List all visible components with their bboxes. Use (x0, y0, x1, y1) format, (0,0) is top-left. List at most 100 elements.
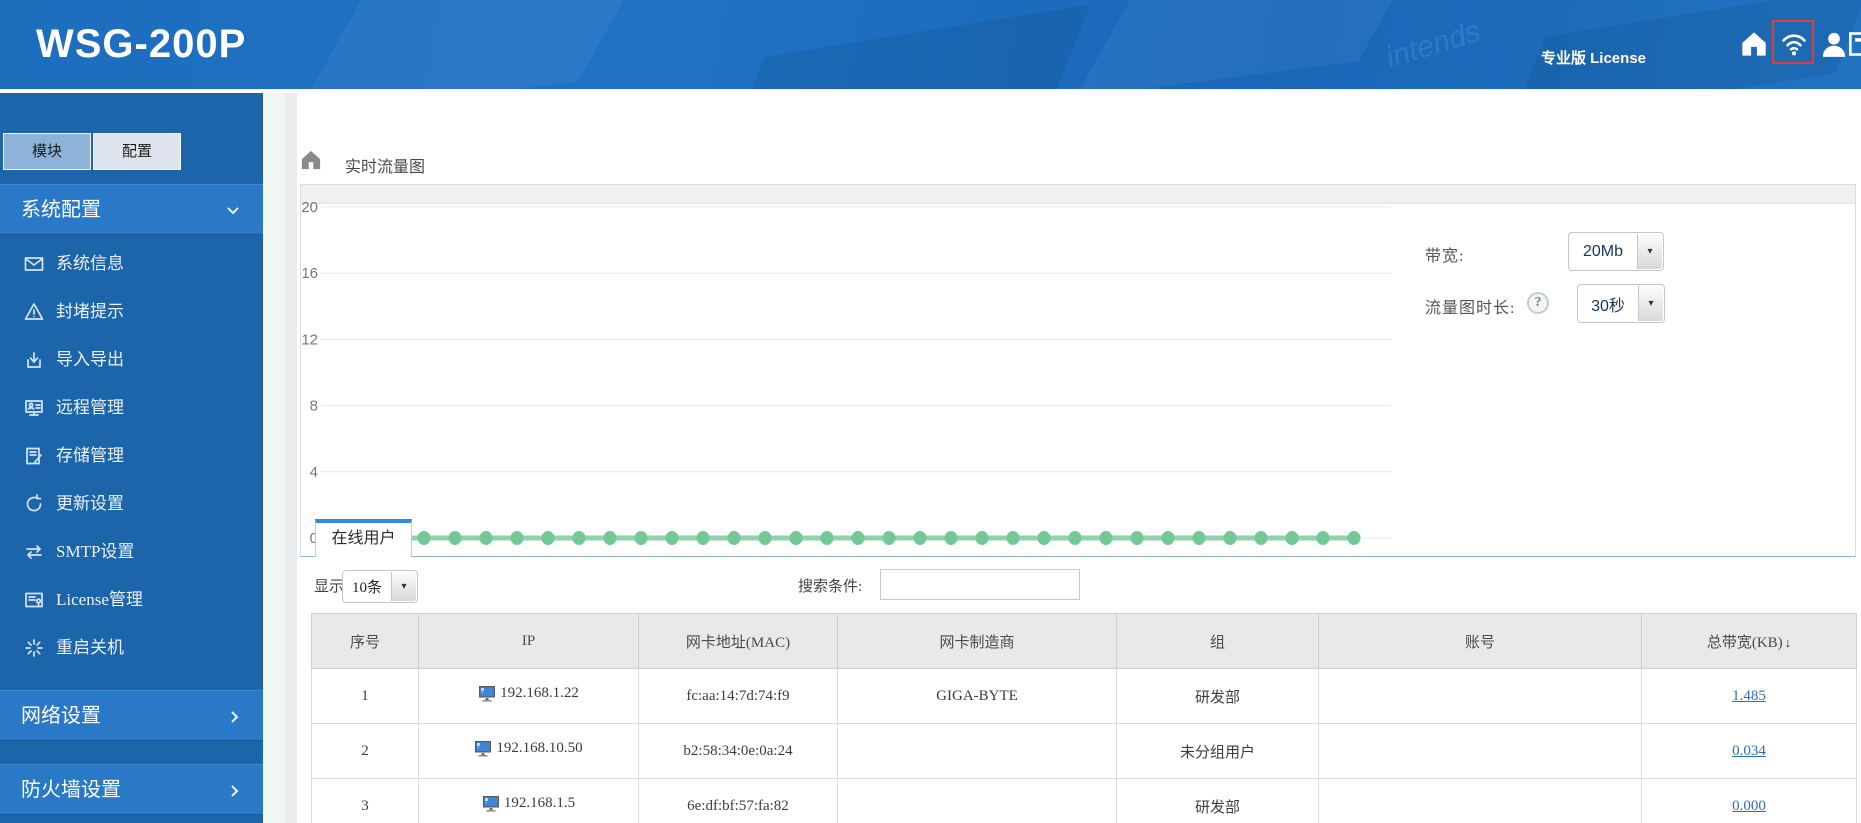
svg-text:16: 16 (301, 265, 318, 282)
sidebar-section-system-config[interactable]: 系统配置 (0, 184, 263, 235)
cell-vendor: GIGA-BYTE (837, 668, 1117, 724)
cell-vendor (837, 723, 1117, 779)
bandwidth-link[interactable]: 0.000 (1732, 798, 1766, 814)
bandwidth-select[interactable]: 20Mb ▾ (1568, 232, 1664, 271)
computer-icon (475, 741, 492, 757)
sidebar-item-import-export[interactable]: 导入导出 (0, 336, 263, 384)
sidebar-section-network-config[interactable]: 网络设置 (0, 690, 263, 741)
sidebar-item-smtp-setting[interactable]: SMTP设置 (0, 528, 263, 576)
content-gutter (263, 93, 285, 823)
license-badge: 专业版 License (1540, 50, 1646, 67)
top-header: intends WSG-200P 专业版 License (0, 0, 1861, 89)
duration-value: 30秒 (1591, 297, 1625, 315)
column-header[interactable]: IP (418, 613, 639, 669)
bandwidth-value: 20Mb (1582, 242, 1624, 260)
app-logo: WSG-200P (36, 22, 247, 66)
column-header[interactable]: 网卡地址(MAC) (638, 613, 838, 669)
warning-icon (24, 303, 44, 320)
sidebar-item-reboot[interactable]: 重启关机 (0, 624, 263, 672)
chevron-down-icon (227, 185, 239, 236)
sidebar-section-firewall-config[interactable]: 防火墙设置 (0, 764, 263, 815)
page-size-value: 10条 (351, 580, 382, 596)
section-label: 防火墙设置 (21, 779, 121, 801)
sidebar-item-storage-manage[interactable]: 存储管理 (0, 432, 263, 480)
dropdown-arrow-icon[interactable]: ▾ (1637, 234, 1662, 269)
column-header[interactable]: 序号 (311, 613, 419, 669)
cell-bandwidth: 0.034 (1641, 723, 1857, 779)
cell-group: 未分组用户 (1116, 723, 1319, 779)
smtp-icon (26, 545, 42, 559)
user-icon[interactable] (1820, 30, 1848, 58)
update-icon (26, 494, 42, 512)
duration-label: 流量图时长: (1425, 300, 1516, 317)
sidebar-item-license-manage[interactable]: License管理 (0, 576, 263, 624)
cell-vendor (837, 778, 1117, 823)
cell-mac: b2:58:34:0e:0a:24 (638, 723, 838, 779)
cell-bandwidth: 1.485 (1641, 668, 1857, 724)
column-header[interactable]: 总带宽(KB) ↓ (1641, 613, 1857, 669)
sidebar-item-system-info[interactable]: 系统信息 (0, 240, 263, 288)
sidebar-tab-config[interactable]: 配置 (93, 133, 181, 170)
cell-bandwidth: 0.000 (1641, 778, 1857, 823)
chevron-right-icon (231, 765, 239, 818)
show-label: 显示 (314, 579, 345, 595)
sidebar: 模块 配置 系统配置 系统信息封堵提示导入导出远程管理存储管理更新设置 SMTP设… (0, 93, 263, 823)
bandwidth-label: 带宽: (1425, 248, 1465, 265)
license-icon (25, 592, 43, 608)
table-row: 1 192.168.1.22 fc:aa:14:7d:74:f9 GIGA-BYTE… (311, 668, 1857, 724)
cell-group: 研发部 (1116, 778, 1319, 823)
sidebar-item-label: 更新设置 (56, 494, 124, 513)
sidebar-item-label: 系统信息 (56, 254, 124, 273)
sort-desc-icon: ↓ (1784, 634, 1792, 650)
sidebar-item-label: SMTP设置 (56, 542, 135, 561)
header-texture (729, 4, 1091, 89)
search-label: 搜索条件: (798, 579, 863, 595)
cell-account (1318, 778, 1642, 823)
column-header[interactable]: 组 (1116, 613, 1319, 669)
column-header[interactable]: 网卡制造商 (837, 613, 1117, 669)
storage-icon (26, 447, 42, 465)
bandwidth-link[interactable]: 1.485 (1732, 688, 1766, 704)
computer-icon (482, 796, 499, 812)
cell-account (1318, 668, 1642, 724)
help-icon[interactable]: ? (1527, 292, 1549, 314)
svg-text:4: 4 (310, 464, 318, 481)
dropdown-arrow-icon[interactable]: ▾ (391, 572, 416, 601)
cell-no: 3 (311, 778, 419, 823)
table-row: 3 192.168.1.5 6e:df:bf:57:fa:82 研发部 0.000 (311, 778, 1857, 823)
page-title: 实时流量图 (345, 159, 426, 176)
computer-icon (479, 686, 496, 702)
sidebar-item-label: 存储管理 (56, 446, 124, 465)
online-users-table: 序号 IP 网卡地址(MAC) 网卡制造商组账号 总带宽(KB) ↓ 1 192.168.… (311, 613, 1857, 823)
sidebar-item-label: 远程管理 (56, 398, 124, 417)
search-input[interactable] (880, 569, 1080, 600)
duration-select[interactable]: 30秒 ▾ (1577, 284, 1665, 323)
sidebar-item-update-setting[interactable]: 更新设置 (0, 480, 263, 528)
table-header-row: 序号 IP 网卡地址(MAC) 网卡制造商组账号 总带宽(KB) ↓ (311, 613, 1857, 669)
chevron-right-icon (231, 691, 239, 744)
cell-mac: fc:aa:14:7d:74:f9 (638, 668, 838, 724)
home-breadcrumb-icon[interactable] (300, 150, 322, 170)
sidebar-tab-module[interactable]: 模块 (3, 133, 91, 170)
wifi-highlight-box (1772, 20, 1814, 64)
cell-no: 2 (311, 723, 419, 779)
sidebar-item-block-tip[interactable]: 封堵提示 (0, 288, 263, 336)
sidebar-item-label: 封堵提示 (56, 302, 124, 321)
bandwidth-link[interactable]: 0.034 (1732, 743, 1766, 759)
home-icon[interactable] (1740, 30, 1768, 58)
tab-online-users[interactable]: 在线用户 (315, 519, 412, 557)
cell-mac: 6e:df:bf:57:fa:82 (638, 778, 838, 823)
sidebar-item-label: License管理 (56, 590, 143, 609)
cell-ip: 192.168.1.22 (418, 668, 639, 724)
svg-text:8: 8 (310, 398, 318, 415)
cell-account (1318, 723, 1642, 779)
column-header[interactable]: 账号 (1318, 613, 1642, 669)
dropdown-arrow-icon[interactable]: ▾ (1638, 286, 1663, 321)
exit-icon[interactable] (1848, 30, 1861, 58)
sidebar-item-remote-manage[interactable]: 远程管理 (0, 384, 263, 432)
svg-text:12: 12 (301, 331, 318, 348)
table-row: 2 192.168.10.50 b2:58:34:0e:0a:24 未分组用户 0.0… (311, 723, 1857, 779)
sidebar-item-label: 重启关机 (56, 638, 124, 657)
page-size-select[interactable]: 10条 ▾ (342, 570, 418, 603)
restart-icon (25, 639, 43, 657)
